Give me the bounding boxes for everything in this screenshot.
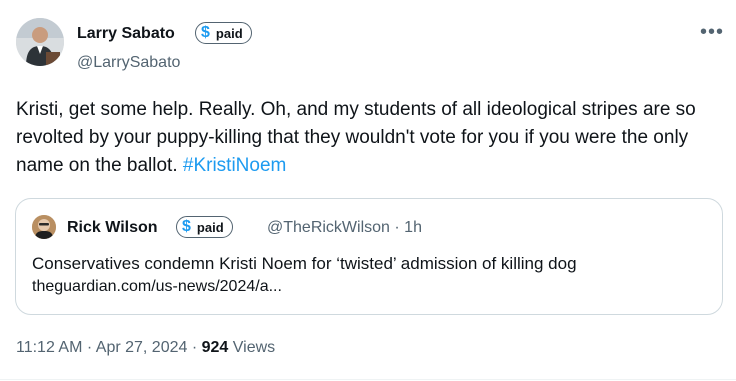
tweet-body: Kristi, get some help. Really. Oh, and m… — [16, 99, 696, 176]
tweet-timestamp[interactable]: 11:12 AM — [16, 339, 82, 356]
paid-badge-label: paid — [215, 25, 243, 41]
quoted-time-ago[interactable]: 1h — [404, 219, 422, 236]
author-name[interactable]: Larry Sabato — [77, 24, 175, 44]
quoted-author-handle[interactable]: @TheRickWilson — [267, 219, 390, 236]
quoted-avatar-image — [32, 215, 56, 239]
views-count: 924 — [201, 339, 229, 356]
dollar-icon: $ — [201, 24, 210, 41]
quoted-separator: · — [394, 219, 400, 236]
tweet-text: Kristi, get some help. Really. Oh, and m… — [16, 96, 716, 180]
divider — [0, 379, 736, 380]
quoted-handle-line: @TheRickWilson · 1h — [267, 218, 422, 238]
more-options-icon[interactable]: ••• — [700, 22, 724, 42]
tweet-metadata: 11:12 AM · Apr 27, 2024 · 924 Views — [16, 338, 275, 358]
hashtag-link[interactable]: #KristiNoem — [183, 155, 286, 176]
views-label: Views — [232, 339, 276, 356]
author-handle[interactable]: @LarrySabato — [77, 53, 180, 73]
meta-separator: · — [86, 339, 93, 356]
paid-badge: $ paid — [195, 22, 252, 44]
tweet-date[interactable]: Apr 27, 2024 — [96, 339, 188, 356]
quoted-headline: Conservatives condemn Kristi Noem for ‘t… — [32, 254, 577, 273]
quoted-tweet-card[interactable]: Rick Wilson $ paid @TheRickWilson · 1h C… — [15, 198, 723, 315]
quoted-author-name[interactable]: Rick Wilson — [67, 218, 158, 238]
author-avatar[interactable] — [16, 18, 64, 66]
quoted-paid-badge: $ paid — [176, 216, 233, 238]
author-avatar-image — [16, 18, 64, 66]
quoted-author-avatar[interactable] — [32, 215, 56, 239]
quoted-link[interactable]: theguardian.com/us-news/2024/a... — [32, 277, 282, 297]
dollar-icon: $ — [182, 218, 191, 235]
quoted-paid-badge-label: paid — [196, 219, 224, 235]
meta-separator: · — [191, 339, 198, 356]
